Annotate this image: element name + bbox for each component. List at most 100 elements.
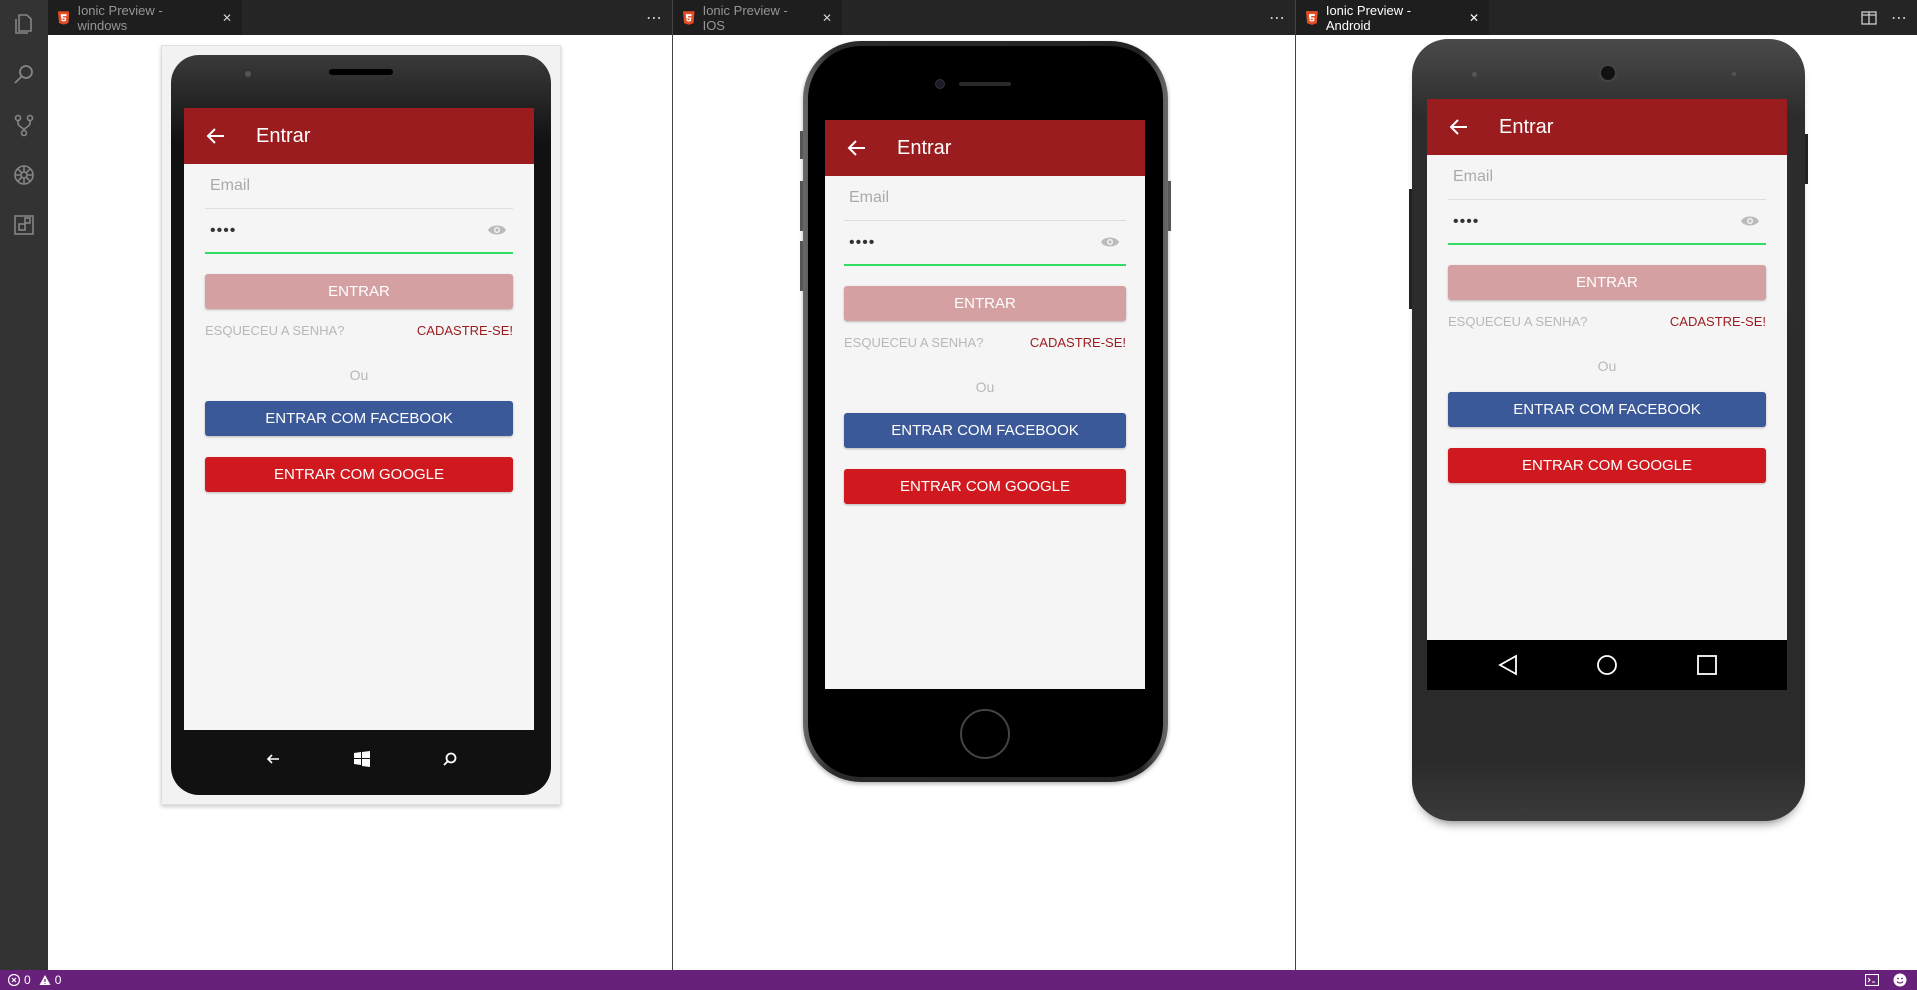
email-field[interactable]: Email bbox=[844, 176, 1126, 221]
page-title: Entrar bbox=[256, 124, 311, 147]
facebook-login-button[interactable]: ENTRAR COM FACEBOOK bbox=[844, 413, 1126, 448]
side-button bbox=[1168, 181, 1171, 231]
page-title: Entrar bbox=[897, 136, 952, 159]
more-icon[interactable]: ⋯ bbox=[1269, 8, 1285, 28]
email-field[interactable]: Email bbox=[205, 164, 513, 209]
editor-group-windows: Ionic Preview - windows ✕ ⋯ Entrar Email… bbox=[48, 0, 672, 970]
camera bbox=[1599, 64, 1617, 82]
password-field[interactable]: •••• bbox=[205, 209, 513, 254]
forgot-password-link[interactable]: ESQUECEU A SENHA? bbox=[1448, 314, 1587, 329]
close-icon[interactable]: ✕ bbox=[222, 11, 232, 25]
recents-nav-icon[interactable] bbox=[1697, 655, 1717, 675]
login-form: Email •••• ENTRAR ESQUECEU A SENHA? CADA… bbox=[1448, 155, 1766, 483]
tab-actions: ⋯ bbox=[646, 0, 662, 35]
home-nav-icon[interactable] bbox=[1596, 654, 1618, 676]
forgot-password-link[interactable]: ESQUECEU A SENHA? bbox=[844, 335, 984, 350]
debug-icon[interactable] bbox=[12, 163, 36, 187]
back-nav-icon[interactable] bbox=[1497, 654, 1519, 676]
html5-icon bbox=[683, 10, 695, 25]
split-editor-icon[interactable] bbox=[1861, 10, 1877, 25]
login-button[interactable]: ENTRAR bbox=[844, 286, 1126, 321]
more-icon[interactable]: ⋯ bbox=[1891, 8, 1907, 28]
search-icon[interactable] bbox=[12, 63, 36, 87]
camera bbox=[935, 79, 945, 89]
windows-icon[interactable] bbox=[354, 751, 370, 767]
side-button bbox=[800, 181, 803, 231]
close-icon[interactable]: ✕ bbox=[1469, 11, 1479, 25]
tab-strip: Ionic Preview - Android ✕ ⋯ bbox=[1296, 0, 1917, 35]
tab-actions: ⋯ bbox=[1861, 0, 1907, 35]
sensor bbox=[1472, 72, 1477, 77]
iphone: Entrar Email •••• ENTRAR ESQUECEU A SENH… bbox=[800, 41, 1171, 782]
facebook-login-button[interactable]: ENTRAR COM FACEBOOK bbox=[205, 401, 513, 436]
html5-icon bbox=[1306, 10, 1318, 25]
back-arrow-icon[interactable] bbox=[845, 136, 869, 160]
eye-icon[interactable] bbox=[1100, 235, 1120, 249]
tab-actions: ⋯ bbox=[1269, 0, 1285, 35]
toolbar: Entrar bbox=[1427, 99, 1787, 155]
tab-ionic-preview-android[interactable]: Ionic Preview - Android ✕ bbox=[1296, 0, 1489, 35]
sensor bbox=[1732, 72, 1736, 76]
android-phone: Entrar Email •••• ENTRAR ESQUECEU A SENH… bbox=[1409, 39, 1808, 821]
signup-link[interactable]: CADASTRE-SE! bbox=[1670, 314, 1766, 329]
password-value: •••• bbox=[849, 233, 876, 251]
password-field[interactable]: •••• bbox=[844, 221, 1126, 266]
google-login-button[interactable]: ENTRAR COM GOOGLE bbox=[205, 457, 513, 492]
status-bar: 0 0 bbox=[0, 970, 1917, 990]
error-icon bbox=[8, 974, 20, 986]
toolbar: Entrar bbox=[184, 108, 534, 164]
signup-link[interactable]: CADASTRE-SE! bbox=[1030, 335, 1126, 350]
login-form: Email •••• ENTRAR ESQUECEU A SENHA? CADA… bbox=[205, 164, 513, 492]
editor-group-ios: Ionic Preview - IOS ✕ ⋯ Entrar Email •••… bbox=[672, 0, 1295, 970]
warning-count: 0 bbox=[54, 973, 62, 987]
links-row: ESQUECEU A SENHA? CADASTRE-SE! bbox=[1448, 312, 1766, 330]
tab-title[interactable]: Ionic Preview - IOS bbox=[703, 3, 810, 33]
status-right bbox=[1865, 970, 1907, 990]
tab-title: Ionic Preview - windows bbox=[77, 2, 163, 33]
error-count: 0 bbox=[24, 973, 31, 987]
speaker bbox=[959, 82, 1011, 86]
side-button bbox=[800, 241, 803, 291]
links-row: ESQUECEU A SENHA? CADASTRE-SE! bbox=[205, 321, 513, 339]
side-button bbox=[800, 131, 803, 159]
files-icon[interactable] bbox=[12, 12, 36, 36]
editor-group-android: Ionic Preview - Android ✕ ⋯ Entrar Email… bbox=[1295, 0, 1917, 970]
phone-screen: Entrar Email •••• ENTRAR ESQUECEU A SENH… bbox=[825, 120, 1145, 689]
feedback-smiley-icon[interactable] bbox=[1893, 973, 1907, 987]
links-row: ESQUECEU A SENHA? CADASTRE-SE! bbox=[844, 333, 1126, 351]
html5-icon bbox=[58, 10, 70, 25]
facebook-login-button[interactable]: ENTRAR COM FACEBOOK bbox=[1448, 392, 1766, 427]
tab-strip: Ionic Preview - windows ✕ ⋯ bbox=[48, 0, 672, 35]
more-icon[interactable]: ⋯ bbox=[646, 8, 662, 28]
or-separator: Ou bbox=[975, 379, 995, 395]
page-title: Entrar bbox=[1499, 115, 1554, 138]
or-separator: Ou bbox=[1597, 358, 1617, 374]
tab-ionic-preview-ios: Ionic Preview - IOS ✕ bbox=[673, 0, 842, 35]
search-nav-icon[interactable] bbox=[443, 752, 457, 766]
back-nav-icon[interactable] bbox=[266, 752, 280, 766]
extensions-icon[interactable] bbox=[12, 213, 36, 237]
login-button[interactable]: ENTRAR bbox=[205, 274, 513, 309]
terminal-icon[interactable] bbox=[1865, 974, 1879, 986]
eye-icon[interactable] bbox=[487, 223, 507, 237]
home-button[interactable] bbox=[960, 709, 1010, 759]
login-button[interactable]: ENTRAR bbox=[1448, 265, 1766, 300]
tab-ionic-preview-windows[interactable]: Ionic Preview - windows ✕ bbox=[48, 0, 242, 35]
forgot-password-link[interactable]: ESQUECEU A SENHA? bbox=[205, 323, 344, 338]
email-field[interactable]: Email bbox=[1448, 155, 1766, 200]
warning-icon bbox=[39, 975, 51, 985]
signup-link[interactable]: CADASTRE-SE! bbox=[417, 323, 513, 338]
tab-strip: Ionic Preview - IOS ✕ ⋯ bbox=[673, 0, 1295, 35]
source-control-icon[interactable] bbox=[12, 113, 36, 137]
google-login-button[interactable]: ENTRAR COM GOOGLE bbox=[844, 469, 1126, 504]
problems-indicator[interactable]: 0 0 bbox=[0, 973, 61, 987]
back-arrow-icon[interactable] bbox=[1447, 115, 1471, 139]
side-button bbox=[1409, 189, 1412, 309]
back-arrow-icon[interactable] bbox=[204, 124, 228, 148]
password-field[interactable]: •••• bbox=[1448, 200, 1766, 245]
toolbar: Entrar bbox=[825, 120, 1145, 176]
eye-icon[interactable] bbox=[1740, 214, 1760, 228]
google-login-button[interactable]: ENTRAR COM GOOGLE bbox=[1448, 448, 1766, 483]
phone-screen: Entrar Email •••• ENTRAR ESQUECEU A SENH… bbox=[184, 108, 534, 730]
close-icon[interactable]: ✕ bbox=[822, 11, 832, 25]
